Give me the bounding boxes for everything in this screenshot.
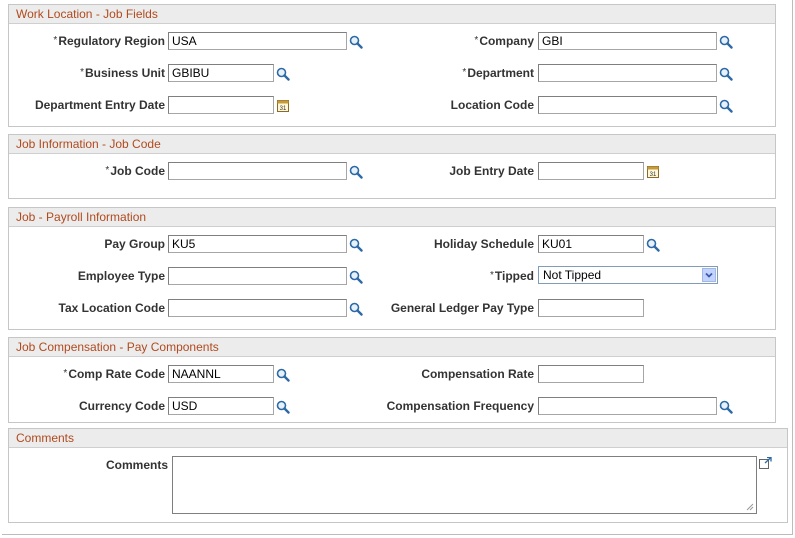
tipped-label: *Tipped	[489, 269, 534, 283]
tax-location-code-label: Tax Location Code	[58, 301, 165, 315]
compensation-frequency-input[interactable]	[538, 397, 717, 415]
expand-icon[interactable]	[759, 457, 772, 469]
comments-label: Comments	[105, 458, 168, 472]
section-title: Work Location - Job Fields	[9, 5, 775, 24]
company-lookup-icon[interactable]	[719, 35, 733, 49]
employee-type-label: Employee Type	[77, 269, 165, 283]
company-label: *Company	[474, 34, 534, 48]
job-entry-date-input[interactable]	[538, 162, 644, 180]
department-label: *Department	[462, 66, 534, 80]
compensation-frequency-label: Compensation Frequency	[386, 399, 534, 413]
job-entry-date-label: Job Entry Date	[449, 164, 534, 178]
currency-code-label: Currency Code	[78, 399, 165, 413]
tax-location-code-lookup-icon[interactable]	[349, 302, 363, 316]
comp-rate-code-lookup-icon[interactable]	[276, 368, 290, 382]
location-code-lookup-icon[interactable]	[719, 99, 733, 113]
section-title: Job Information - Job Code	[9, 135, 775, 154]
job-code-label: *Job Code	[105, 164, 165, 178]
regulatory-region-input[interactable]: USA	[168, 32, 347, 50]
job-entry-date-calendar-icon[interactable]	[647, 165, 659, 178]
section-title: Comments	[9, 429, 787, 448]
gl-pay-type-input[interactable]	[538, 299, 644, 317]
comp-rate-code-input[interactable]: NAANNL	[168, 365, 274, 383]
company-input[interactable]: GBI	[538, 32, 717, 50]
business-unit-input[interactable]: GBIBU	[168, 64, 274, 82]
holiday-schedule-lookup-icon[interactable]	[646, 238, 660, 252]
currency-code-input[interactable]: USD	[168, 397, 274, 415]
department-lookup-icon[interactable]	[719, 67, 733, 81]
department-entry-date-calendar-icon[interactable]	[277, 99, 289, 112]
holiday-schedule-label: Holiday Schedule	[433, 237, 534, 251]
holiday-schedule-input[interactable]: KU01	[538, 235, 644, 253]
tipped-selected-value: Not Tipped	[543, 268, 602, 282]
tax-location-code-input[interactable]	[168, 299, 347, 317]
tipped-select[interactable]: Not Tipped	[538, 266, 718, 284]
pay-group-label: Pay Group	[104, 237, 165, 251]
currency-code-lookup-icon[interactable]	[276, 400, 290, 414]
regulatory-region-lookup-icon[interactable]	[349, 35, 363, 49]
section-title: Job Compensation - Pay Components	[9, 338, 775, 357]
department-entry-date-label: Department Entry Date	[34, 98, 165, 112]
job-code-input[interactable]	[168, 162, 347, 180]
job-code-lookup-icon[interactable]	[349, 165, 363, 179]
employee-type-input[interactable]	[168, 267, 347, 285]
pay-group-input[interactable]: KU5	[168, 235, 347, 253]
regulatory-region-label: *Regulatory Region	[53, 34, 165, 48]
comp-rate-code-label: *Comp Rate Code	[63, 367, 165, 381]
location-code-input[interactable]	[538, 96, 717, 114]
location-code-label: Location Code	[450, 98, 534, 112]
pay-group-lookup-icon[interactable]	[349, 238, 363, 252]
chevron-down-icon[interactable]	[702, 268, 716, 282]
business-unit-lookup-icon[interactable]	[276, 67, 290, 81]
employee-type-lookup-icon[interactable]	[349, 270, 363, 284]
business-unit-label: *Business Unit	[80, 66, 165, 80]
department-entry-date-input[interactable]	[168, 96, 274, 114]
section-title: Job - Payroll Information	[9, 208, 775, 227]
gl-pay-type-label: General Ledger Pay Type	[390, 301, 534, 315]
compensation-rate-label: Compensation Rate	[421, 367, 534, 381]
resize-grip-icon[interactable]	[745, 502, 754, 511]
compensation-frequency-lookup-icon[interactable]	[719, 400, 733, 414]
compensation-rate-input[interactable]	[538, 365, 644, 383]
department-input[interactable]	[538, 64, 717, 82]
comments-textarea[interactable]	[172, 456, 757, 514]
